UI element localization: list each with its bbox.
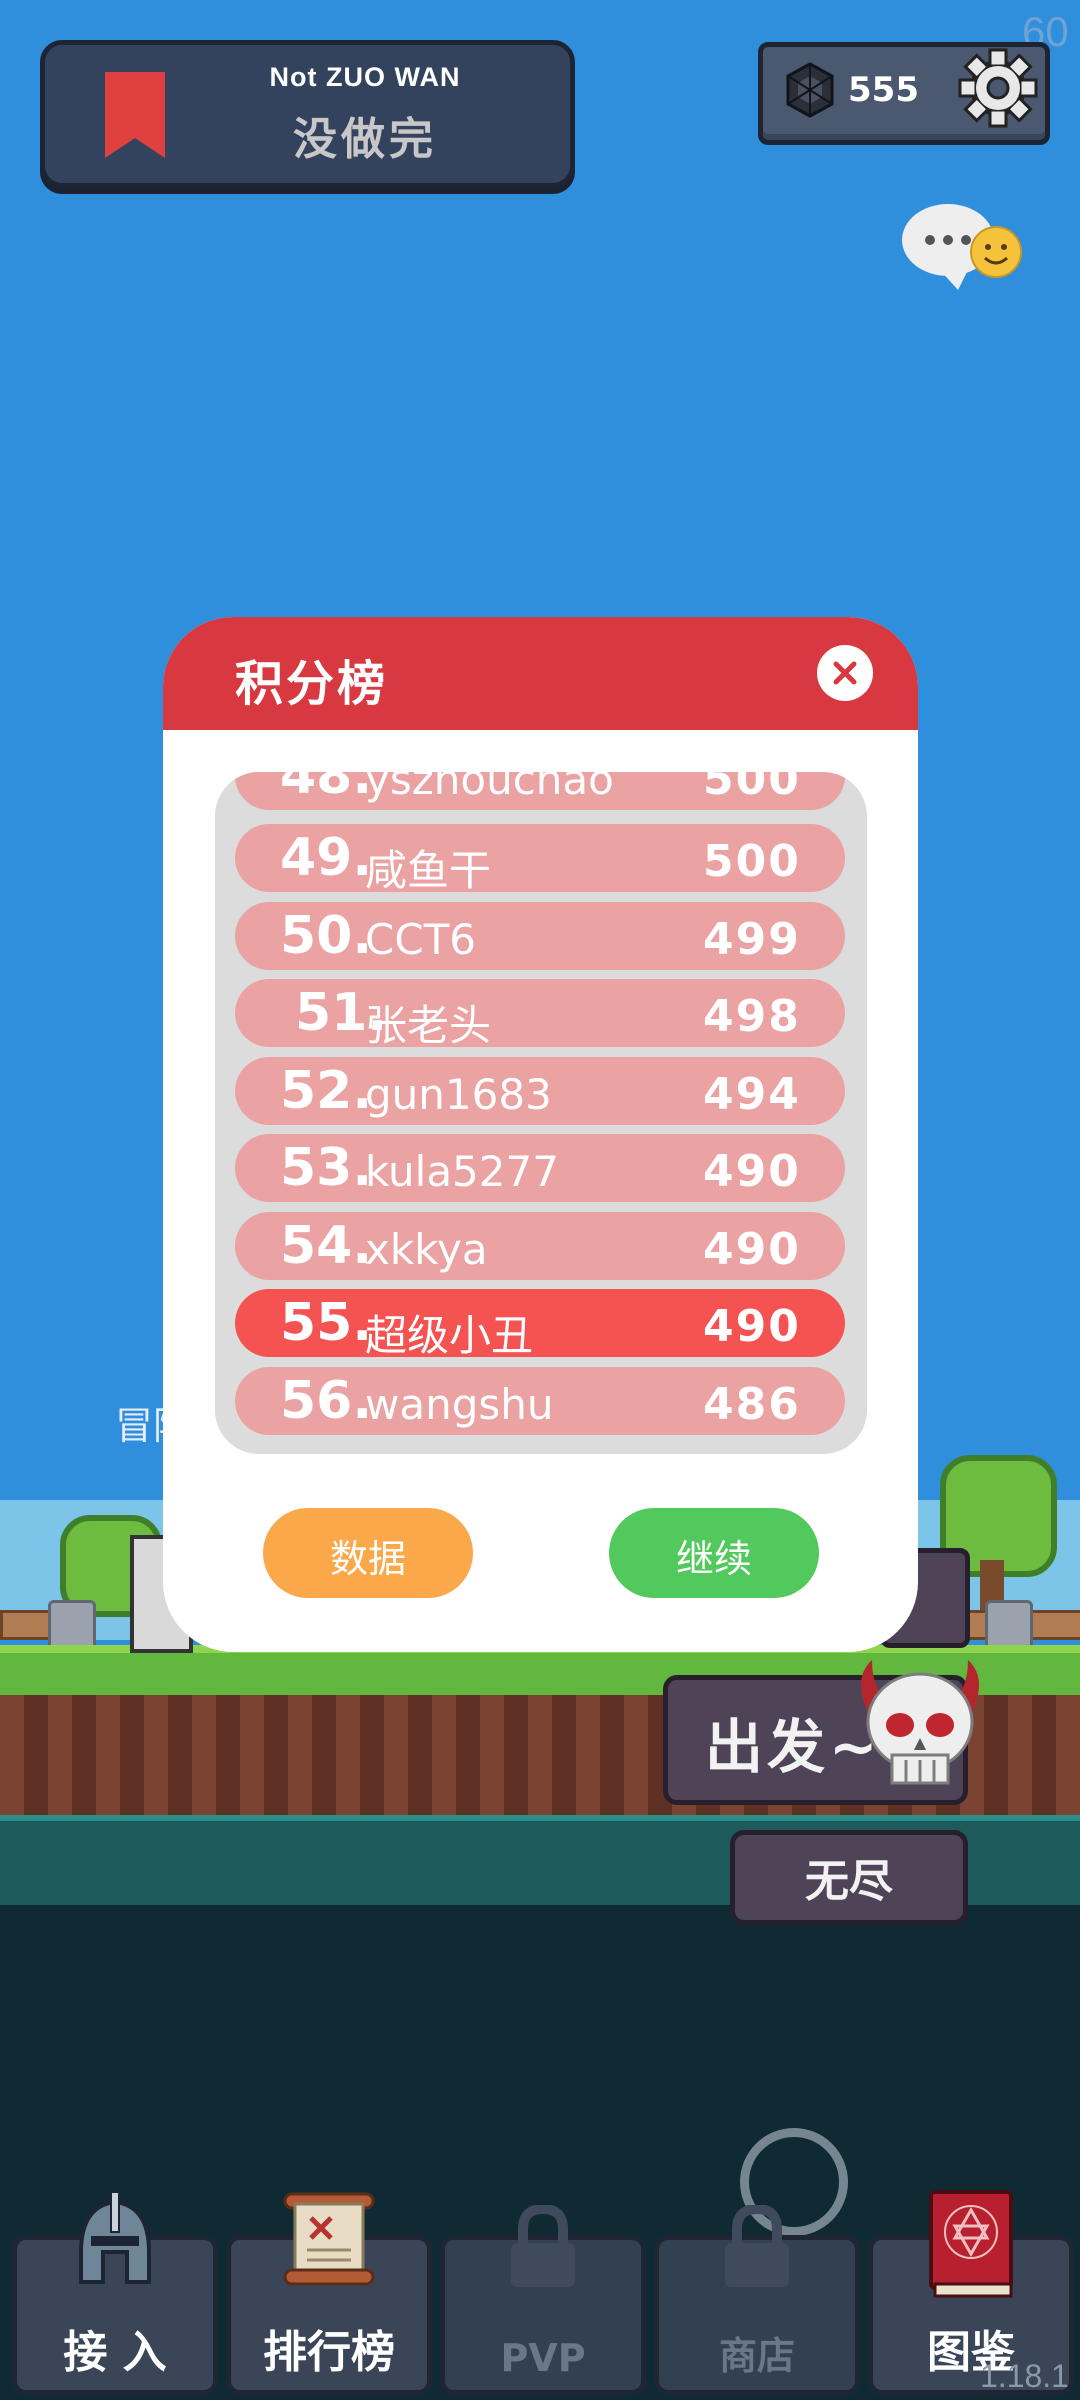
leaderboard-list[interactable]: 48. yszhouchao 500 49. 咸鱼干 500 50. CCT6 … [215, 772, 867, 1454]
nav-shop[interactable]: 商店 [654, 2205, 860, 2395]
nav-leaderboard-label: 排行榜 [263, 2327, 395, 2378]
row-score: 490 [703, 1146, 801, 1197]
gem-count: 555 [848, 70, 919, 110]
leaderboard-row[interactable]: 52. gun1683 494 [235, 1057, 845, 1125]
leaderboard-row-current-player[interactable]: 55. 超级小丑 490 [235, 1289, 845, 1360]
scroll-icon [283, 2192, 375, 2286]
endless-label: 无尽 [805, 1856, 893, 1907]
chat-icon[interactable] [900, 200, 1030, 300]
row-name: wangshu [365, 1380, 554, 1429]
continue-button[interactable]: 继续 [609, 1508, 819, 1598]
leaderboard-row[interactable]: 51. 张老头 498 [235, 979, 845, 1050]
bookmark-icon [105, 72, 165, 158]
row-score: 494 [703, 1069, 801, 1120]
data-button-label: 数据 [329, 1537, 406, 1581]
lock-icon [511, 2205, 575, 2287]
row-name: 张老头 [365, 1001, 492, 1050]
row-rank: 54. [280, 1216, 373, 1276]
dialog-title: 积分榜 [235, 656, 389, 712]
row-score: 490 [703, 1224, 801, 1275]
skull-icon [861, 1660, 979, 1785]
nav-shop-label: 商店 [718, 2334, 795, 2378]
row-score: 498 [703, 991, 801, 1042]
gravestone [985, 1600, 1033, 1651]
leaderboard-row[interactable]: 49. 咸鱼干 500 [235, 824, 845, 895]
gear-icon[interactable] [958, 45, 1038, 131]
quest-title-en: Not ZUO WAN [269, 62, 461, 92]
leaderboard-row[interactable]: 54. xkkya 490 [235, 1212, 845, 1280]
row-score: 499 [703, 914, 801, 965]
row-rank: 48. [280, 772, 373, 806]
nav-pvp-label: PVP [500, 2336, 586, 2380]
row-rank: 49. [280, 828, 373, 888]
leaderboard-row[interactable]: 53. kula5277 490 [235, 1134, 845, 1202]
row-name: CCT6 [365, 915, 477, 964]
leaderboard-row[interactable]: 56. wangshu 486 [235, 1367, 845, 1435]
data-button[interactable]: 数据 [263, 1508, 473, 1598]
spellbook-icon [929, 2190, 1013, 2298]
leaderboard-row[interactable]: 50. CCT6 499 [235, 902, 845, 970]
leaderboard-dialog: 积分榜 48. yszhouchao 500 49. 咸鱼干 500 50. C… [163, 617, 918, 1652]
gem-icon [786, 62, 834, 118]
gravestone [48, 1600, 96, 1651]
row-rank: 53. [280, 1138, 373, 1198]
row-score: 486 [703, 1379, 801, 1430]
row-score: 500 [703, 772, 801, 805]
row-rank: 52. [280, 1061, 373, 1121]
leaderboard-row[interactable]: 48. yszhouchao 500 [235, 772, 845, 810]
row-name: gun1683 [365, 1070, 552, 1119]
quest-title-cn: 没做完 [293, 114, 437, 165]
row-rank: 56. [280, 1371, 373, 1431]
row-name: 咸鱼干 [365, 846, 492, 895]
lock-icon [725, 2205, 789, 2287]
row-rank: 55. [280, 1293, 373, 1353]
row-score: 500 [703, 836, 801, 887]
nav-leaderboard[interactable]: 排行榜 [226, 2192, 432, 2395]
row-name: xkkya [365, 1225, 488, 1274]
row-name: kula5277 [365, 1147, 559, 1196]
helmet-icon [79, 2192, 151, 2284]
continue-button-label: 继续 [675, 1537, 752, 1581]
row-score: 490 [703, 1301, 801, 1352]
row-rank: 50. [280, 906, 373, 966]
row-name: yszhouchao [365, 772, 614, 804]
nav-pvp[interactable]: PVP [440, 2205, 646, 2395]
close-icon[interactable] [817, 645, 873, 701]
nav-join-label: 接 入 [63, 2327, 167, 2378]
nav-join[interactable]: 接 入 [12, 2192, 218, 2395]
row-name: 超级小丑 [365, 1311, 534, 1360]
version-label: 1.18.1 [980, 2358, 1069, 2394]
